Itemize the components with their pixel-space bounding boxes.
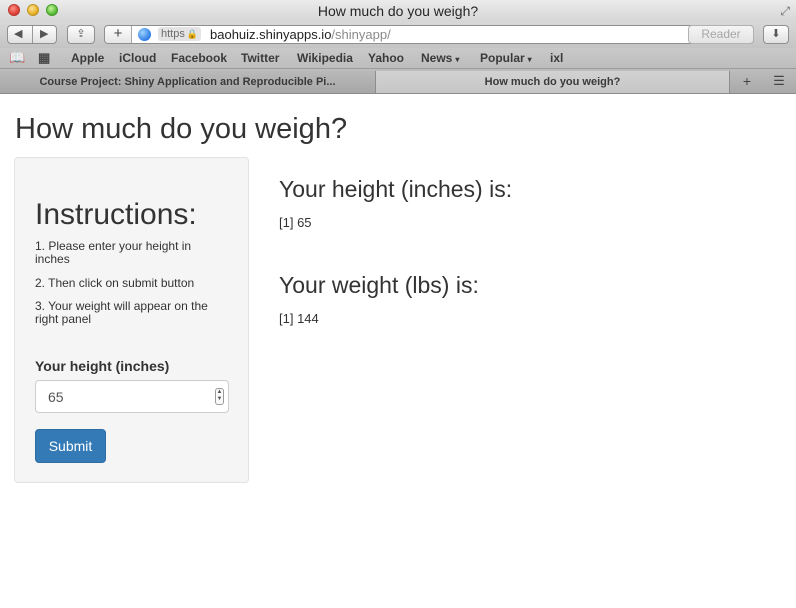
weight-output-value: [1] 144 xyxy=(279,311,319,326)
share-button[interactable]: ⇪ xyxy=(67,25,95,44)
tab-strip: Course Project: Shiny Application and Re… xyxy=(0,69,796,94)
bookmark-twitter[interactable]: Twitter xyxy=(241,51,279,65)
bookmark-facebook[interactable]: Facebook xyxy=(171,51,227,65)
https-label: https xyxy=(161,28,185,40)
chevron-down-icon: ▾ xyxy=(455,55,460,64)
share-icon: ⇪ xyxy=(76,28,86,40)
url-domain: baohuiz.shinyapps.io xyxy=(210,27,332,42)
reading-list-icon[interactable]: 📖 xyxy=(9,50,25,66)
bookmark-icloud[interactable]: iCloud xyxy=(119,51,156,65)
bookmarks-bar: 📖 ▦ Apple iCloud Facebook Twitter Wikipe… xyxy=(0,48,796,69)
tab-course-project[interactable]: Course Project: Shiny Application and Re… xyxy=(0,71,376,93)
window-title: How much do you weigh? xyxy=(317,3,479,19)
bookmark-wikipedia[interactable]: Wikipedia xyxy=(297,51,353,65)
add-bookmark-button[interactable]: + xyxy=(105,26,132,43)
https-badge: https 🔒 xyxy=(158,27,202,41)
new-tab-button[interactable]: + xyxy=(732,71,762,93)
height-output-value: [1] 65 xyxy=(279,215,312,230)
url-text[interactable]: baohuiz.shinyapps.io/shinyapp/ xyxy=(210,27,391,42)
chevron-down-icon: ▾ xyxy=(527,55,532,64)
page-title: How much do you weigh? xyxy=(15,113,348,145)
page-content: How much do you weigh? Instructions: 1. … xyxy=(0,94,796,608)
fullscreen-icon[interactable]: ⤢ xyxy=(780,4,790,19)
sidebar-panel: Instructions: 1. Please enter your heigh… xyxy=(14,157,249,483)
downloads-button[interactable]: ⬇ xyxy=(763,25,789,44)
bookmark-popular-label: Popular xyxy=(480,51,525,65)
download-icon: ⬇ xyxy=(771,28,781,40)
top-sites-icon[interactable]: ▦ xyxy=(38,50,50,66)
forward-icon[interactable]: ▶ xyxy=(40,26,48,43)
height-input[interactable] xyxy=(35,380,229,413)
instruction-step: 2. Then click on submit button xyxy=(35,276,195,290)
tab-how-much-do-you-weigh[interactable]: How much do you weigh? xyxy=(376,71,730,93)
tab-overview-button[interactable]: ☰ xyxy=(764,71,794,93)
bookmark-folder-news[interactable]: News ▾ xyxy=(421,51,459,65)
url-path: /shinyapp/ xyxy=(331,27,391,42)
bookmark-folder-popular[interactable]: Popular ▾ xyxy=(480,51,532,65)
submit-button[interactable]: Submit xyxy=(35,429,106,463)
window-titlebar: How much do you weigh? ⤢ xyxy=(0,0,796,23)
bookmark-ixl[interactable]: ixl xyxy=(550,51,563,65)
plus-icon: + xyxy=(742,73,752,89)
globe-icon xyxy=(138,28,151,41)
reader-button[interactable]: Reader xyxy=(688,25,754,44)
bookmark-yahoo[interactable]: Yahoo xyxy=(368,51,404,65)
height-input-label: Your height (inches) xyxy=(35,358,170,374)
browser-toolbar: ◀ ▶ ⇪ + https 🔒 baohuiz.shinyapps.io/shin… xyxy=(0,22,796,48)
stepper-arrows-icon[interactable]: ▲ ▼ xyxy=(215,388,224,405)
height-output-heading: Your height (inches) is: xyxy=(279,176,513,202)
weight-output-heading: Your weight (lbs) is: xyxy=(279,272,479,298)
plus-icon: + xyxy=(113,25,123,42)
instruction-step: 3. Your weight will appear on the right … xyxy=(35,299,208,326)
back-icon[interactable]: ◀ xyxy=(14,26,22,43)
address-bar[interactable]: + https 🔒 baohuiz.shinyapps.io/shinyapp/ … xyxy=(104,25,754,44)
bookmark-apple[interactable]: Apple xyxy=(71,51,104,65)
lock-icon: 🔒 xyxy=(186,29,199,39)
nav-button-group: ◀ ▶ xyxy=(7,25,57,44)
instruction-step: 1. Please enter your height in inches xyxy=(35,239,192,266)
nav-divider xyxy=(32,26,33,43)
bookmark-news-label: News xyxy=(421,51,453,65)
tab-view-icon: ☰ xyxy=(773,73,785,88)
instructions-heading: Instructions: xyxy=(35,198,197,231)
